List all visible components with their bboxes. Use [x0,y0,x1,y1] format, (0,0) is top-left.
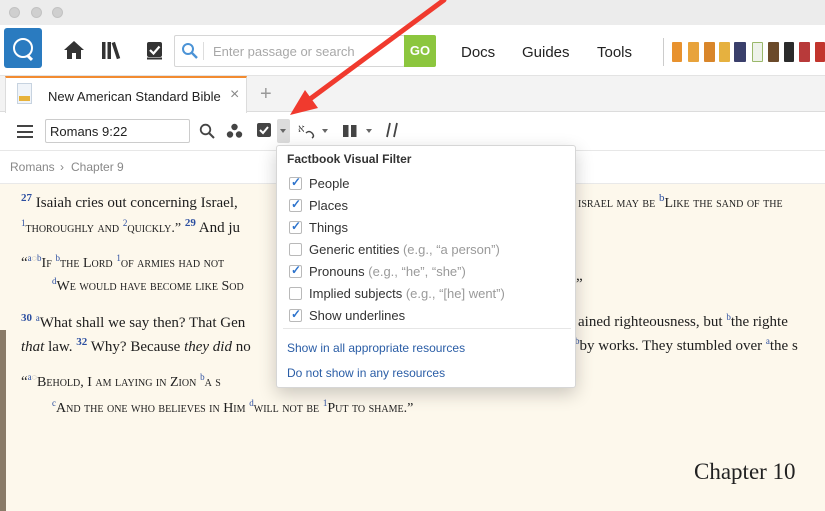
checklist-icon[interactable] [145,40,165,60]
popup-title: Factbook Visual Filter [287,152,412,166]
checkbox[interactable] [289,197,302,212]
book-shortcut-icon[interactable] [704,42,715,62]
columns-icon[interactable] [342,124,358,138]
parallel-lines-icon[interactable] [385,122,399,138]
app-logo-search-icon[interactable] [4,28,42,68]
panel-menu-icon[interactable] [17,125,33,138]
breadcrumb-chapter[interactable]: Chapter 9 [71,160,124,174]
reference-box [45,119,190,143]
chevron-down-icon [280,129,286,133]
checkbox[interactable] [289,243,302,256]
verse-32-line-right: bby works. They stumbled over athe s [575,336,798,354]
window-minimize-button[interactable] [31,7,42,18]
breadcrumb-separator: › [60,160,64,174]
verse-27-line: 27 Isaiah cries out concerning Israel, [21,192,238,211]
chapter-heading: Chapter 10 [694,459,796,484]
book-shortcut-icon[interactable] [734,42,746,62]
toolbar-divider [663,38,664,66]
add-tab-button[interactable]: + [260,83,272,106]
do-not-show-link[interactable]: Do not show in any resources [287,366,445,380]
factbook-filter-dropdown-button[interactable] [277,119,290,143]
reference-input[interactable] [46,120,189,142]
quote-line-4: cAnd the one who believes in Him dwill n… [52,398,414,416]
checkbox-icon[interactable] [256,122,272,138]
book-shortcut-icon[interactable] [672,42,682,62]
window-zoom-button[interactable] [52,7,63,18]
library-icon[interactable] [101,40,125,60]
quote-line-2-end: ” [576,276,583,292]
book-shortcut-icon[interactable] [768,42,779,62]
book-shortcut-icon[interactable] [815,42,825,62]
checkbox[interactable] [289,287,302,300]
breadcrumb-book[interactable]: Romans [10,160,55,174]
tab-nasb[interactable]: New American Standard Bible × [5,76,247,113]
window-close-button[interactable] [9,7,20,18]
background-image-strip [0,330,6,511]
title-bar [0,0,825,25]
tools-menu[interactable]: Tools [597,44,632,61]
show-in-all-resources-link[interactable]: Show in all appropriate resources [287,341,465,355]
quote-line-1: “a◌bIf bthe Lord 1of armies had not [21,253,225,271]
tab-title: New American Standard Bible [48,89,221,104]
quote-line-2: dWe would have become like Sod [52,276,244,294]
search-input[interactable] [213,41,398,61]
checkbox[interactable] [289,263,302,278]
home-icon[interactable] [63,40,85,60]
checkbox[interactable] [289,219,302,234]
book-shortcut-icon[interactable] [688,42,699,62]
book-cover-icon [17,83,32,104]
search-icon[interactable] [199,123,216,140]
verse-28-line: 1thoroughly and 2quickly.” 29 And ju [21,217,241,236]
quote-line-3: “a◌Behold, I am laying in Zion ba s [21,372,221,390]
book-shortcut-icon[interactable] [784,42,794,62]
book-shortcut-icon[interactable] [799,42,810,62]
book-shortcut-icon[interactable] [719,42,730,62]
chevron-down-icon[interactable] [366,129,372,133]
docs-menu[interactable]: Docs [461,44,495,61]
checkbox[interactable] [289,175,302,190]
verse-31-line: that law. 32 Why? Because they did no [21,336,251,355]
interlinear-icon[interactable]: א [297,121,317,141]
verse-30-line-right: ained righteousness, but bthe righte [578,312,788,330]
go-button[interactable]: GO [404,35,436,67]
chevron-down-icon[interactable] [322,129,328,133]
checkbox[interactable] [289,307,302,322]
popup-divider [283,328,571,329]
app-window: GO Docs Guides Tools New American Standa… [0,0,825,511]
book-shortcut-icon[interactable] [752,42,763,62]
search-box [174,35,405,67]
factbook-visual-filter-popup: Factbook Visual Filter People Places Thi… [276,145,576,388]
verse-27-line-right: israel may be bLike the sand of the [578,192,783,211]
guides-menu[interactable]: Guides [522,44,570,61]
svg-text:א: א [298,123,305,135]
tab-close-icon[interactable]: × [230,86,239,104]
search-icon [182,43,198,59]
visual-filter-icon[interactable] [226,123,243,139]
verse-30-line: 30 aWhat shall we say then? That Gen [21,312,246,331]
